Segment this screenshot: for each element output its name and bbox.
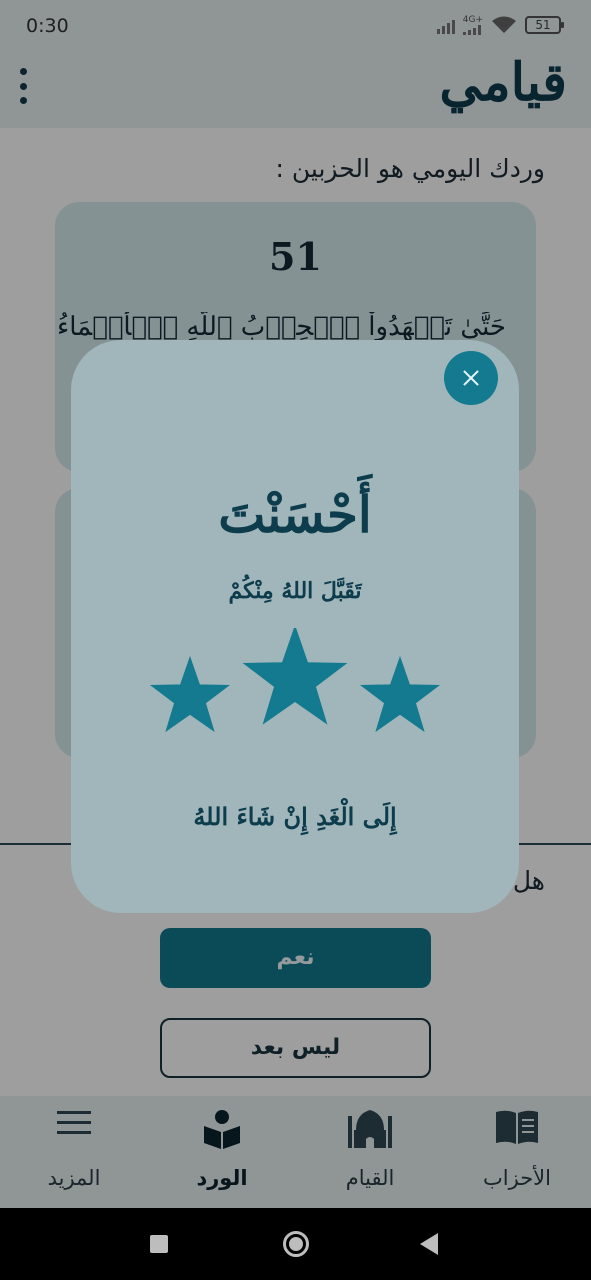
star-icon <box>242 624 348 725</box>
completion-dialog: أَحْسَنْتَ تَقَبَّلَ اللهُ مِنْكُمْ إِلَ… <box>71 340 519 913</box>
star-icon <box>149 655 231 733</box>
home-icon[interactable] <box>283 1231 309 1257</box>
system-navigation-bar <box>0 1208 591 1280</box>
dialog-title: أَحْسَنْتَ <box>218 485 372 544</box>
back-icon[interactable] <box>420 1233 438 1255</box>
close-button[interactable] <box>444 351 498 405</box>
dialog-subtitle: تَقَبَّلَ اللهُ مِنْكُمْ <box>228 578 362 604</box>
star-icon <box>359 655 441 733</box>
app-screen: 0:30 4G+ 51 قيامي وردك اليومي هو الحزبين… <box>0 0 591 1208</box>
dialog-footer: إِلَى الْغَدِ إِنْ شَاءَ اللهُ <box>193 802 397 831</box>
star-rating <box>71 624 519 738</box>
recents-icon[interactable] <box>150 1235 168 1253</box>
